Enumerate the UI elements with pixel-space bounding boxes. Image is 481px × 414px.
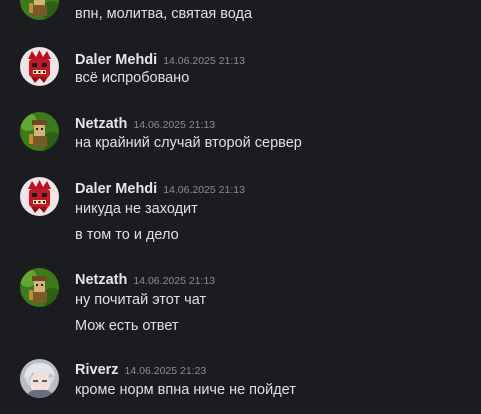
user-avatar[interactable]	[20, 112, 59, 151]
username[interactable]: Netzath	[75, 116, 127, 132]
timestamp[interactable]: 14.06.2025 21:13	[163, 184, 245, 196]
username[interactable]: Daler Mehdi	[75, 181, 157, 197]
user-avatar[interactable]	[20, 47, 59, 86]
username[interactable]: Daler Mehdi	[75, 52, 157, 68]
message-text: кроме норм впна ниче не пойдет	[75, 382, 296, 398]
user-avatar[interactable]	[20, 359, 59, 398]
message-text: впн, молитва, святая вода	[75, 6, 253, 22]
netzath-avatar-icon	[20, 0, 59, 20]
daler-avatar-icon	[20, 177, 59, 216]
message-header: Netzath 14.06.2025 21:13	[75, 269, 215, 289]
username[interactable]: Riverz	[75, 362, 119, 378]
message-text: всё испробовано	[75, 70, 190, 86]
message-text: на крайний случай второй сервер	[75, 135, 302, 151]
timestamp[interactable]: 14.06.2025 21:13	[133, 275, 215, 287]
message-text: Мож есть ответ	[75, 318, 179, 334]
timestamp[interactable]: 14.06.2025 21:23	[125, 365, 207, 377]
message-header: Daler Mehdi 14.06.2025 21:13	[75, 49, 245, 69]
message-header: Riverz 14.06.2025 21:23	[75, 359, 206, 379]
message-header: Netzath 14.06.2025 21:13	[75, 113, 215, 133]
user-avatar[interactable]	[20, 268, 59, 307]
message-text: ну почитай этот чат	[75, 292, 207, 308]
message-text: никуда не заходит	[75, 201, 198, 217]
daler-avatar-icon	[20, 47, 59, 86]
user-avatar[interactable]	[20, 177, 59, 216]
message-list: впн, молитва, святая вода Daler Mehdi 14.…	[0, 0, 481, 414]
netzath-avatar-icon	[20, 112, 59, 151]
message-header: Daler Mehdi 14.06.2025 21:13	[75, 178, 245, 198]
username[interactable]: Netzath	[75, 272, 127, 288]
timestamp[interactable]: 14.06.2025 21:13	[163, 55, 245, 67]
timestamp[interactable]: 14.06.2025 21:13	[133, 119, 215, 131]
riverz-avatar-icon	[20, 359, 59, 398]
message-text: в том то и дело	[75, 227, 179, 243]
user-avatar[interactable]	[20, 0, 59, 20]
netzath-avatar-icon	[20, 268, 59, 307]
